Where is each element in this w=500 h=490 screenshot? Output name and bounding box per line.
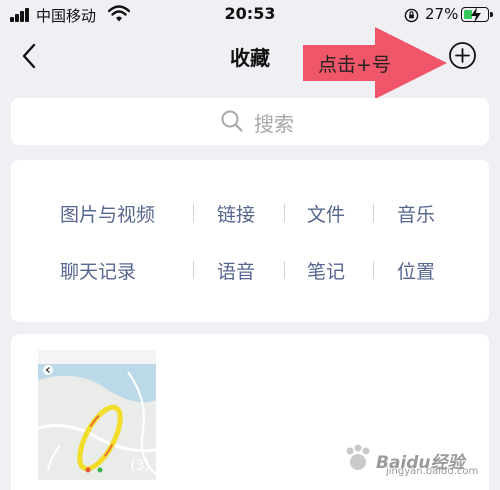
search-input[interactable]: 搜索 bbox=[11, 98, 489, 145]
category-images-videos[interactable]: 图片与视频 bbox=[60, 200, 155, 227]
category-divider bbox=[284, 261, 285, 279]
image-count-label: (3) bbox=[130, 458, 150, 474]
search-placeholder: 搜索 bbox=[254, 112, 294, 136]
category-notes[interactable]: 笔记 bbox=[307, 257, 345, 284]
category-divider bbox=[193, 204, 194, 222]
category-files[interactable]: 文件 bbox=[307, 200, 345, 227]
battery-percent: 27% bbox=[425, 5, 459, 23]
category-links[interactable]: 链接 bbox=[217, 200, 255, 227]
rotation-lock-icon bbox=[404, 8, 419, 23]
category-divider bbox=[284, 204, 285, 222]
category-music[interactable]: 音乐 bbox=[397, 200, 435, 227]
favorite-image-thumbnail[interactable]: (3) bbox=[38, 350, 156, 480]
annotation-text: 点击+号 bbox=[318, 54, 391, 76]
add-favorite-button[interactable] bbox=[448, 41, 477, 70]
search-icon bbox=[221, 110, 243, 132]
category-location[interactable]: 位置 bbox=[397, 257, 435, 284]
category-divider bbox=[373, 204, 374, 222]
category-panel bbox=[11, 160, 489, 322]
category-divider bbox=[373, 261, 374, 279]
category-divider bbox=[193, 261, 194, 279]
category-voice[interactable]: 语音 bbox=[217, 257, 255, 284]
status-bar: 中国移动 20:53 27% bbox=[0, 0, 500, 30]
watermark-subtext: jingyan.baidu.com bbox=[386, 466, 479, 477]
battery-icon bbox=[461, 7, 493, 23]
category-chat-history[interactable]: 聊天记录 bbox=[60, 257, 136, 284]
